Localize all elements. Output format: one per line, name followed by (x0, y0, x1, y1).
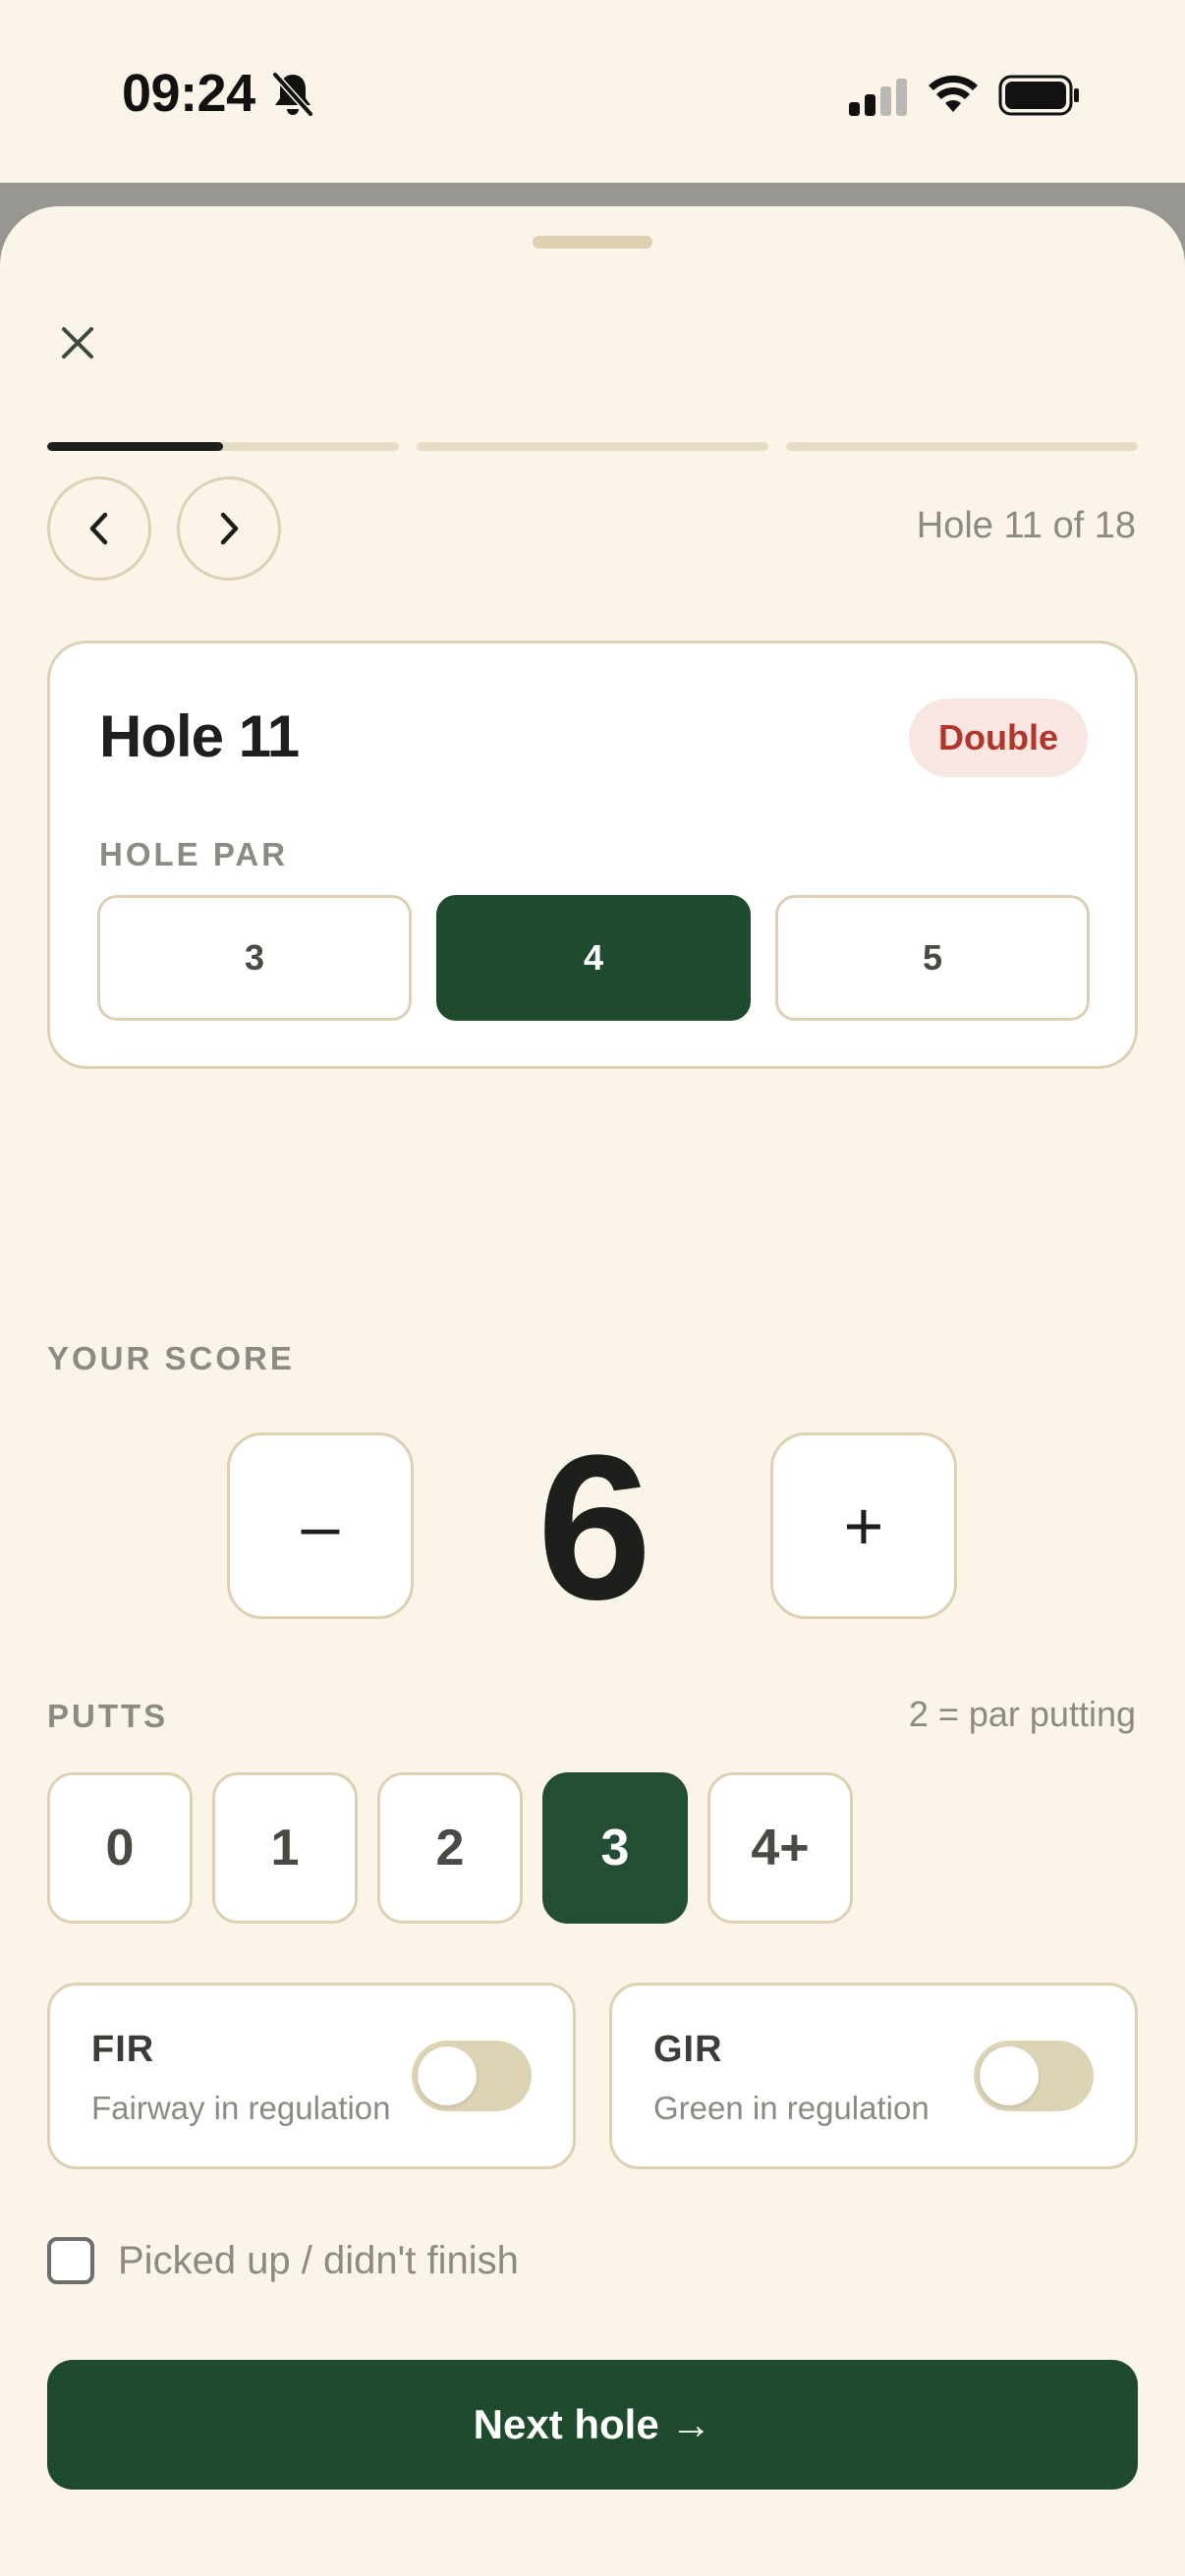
picked-up-label: Picked up / didn't finish (118, 2238, 519, 2282)
putts-hint: 2 = par putting (908, 1694, 1136, 1734)
wifi-icon (929, 75, 978, 112)
picked-up-row[interactable]: Picked up / didn't finish (47, 2236, 519, 2285)
hole-card: Hole 11 Double HOLE PAR 3 4 5 (47, 641, 1138, 1069)
putts-option-2[interactable]: 2 (377, 1772, 523, 1924)
picked-up-checkbox[interactable] (47, 2237, 94, 2284)
gir-toggle[interactable] (974, 2041, 1094, 2111)
next-hole-nav-button[interactable] (177, 476, 281, 581)
gir-card: GIR Green in regulation (609, 1983, 1138, 2169)
progress-segment-back (786, 442, 1138, 451)
putts-option-0[interactable]: 0 (47, 1772, 193, 1924)
fir-toggle[interactable] (412, 2041, 532, 2111)
hole-counter: Hole 11 of 18 (916, 505, 1136, 546)
score-increment-button[interactable]: + (770, 1432, 957, 1619)
progress-segment-front (47, 442, 399, 451)
bell-slash-icon (272, 72, 313, 117)
battery-icon (998, 75, 1079, 116)
previous-hole-button[interactable] (47, 476, 151, 581)
sheet-grabber[interactable] (533, 236, 652, 249)
gir-title: GIR (653, 2029, 723, 2070)
putts-option-1[interactable]: 1 (212, 1772, 358, 1924)
putts-label: PUTTS (47, 1698, 169, 1734)
next-hole-button[interactable]: Next hole → (47, 2360, 1138, 2490)
status-bar: 09:24 (0, 0, 1185, 183)
toggle-knob (980, 2046, 1039, 2105)
status-time: 09:24 (122, 64, 255, 123)
fir-subtitle: Fairway in regulation (91, 2090, 391, 2126)
par-option-3[interactable]: 3 (97, 895, 412, 1021)
close-icon (62, 327, 93, 359)
hole-title: Hole 11 (99, 703, 300, 769)
progress-fill (47, 442, 223, 451)
progress-segment-middle (417, 442, 768, 451)
score-label: YOUR SCORE (47, 1340, 295, 1376)
cellular-signal-icon (849, 79, 907, 116)
score-value: 6 (536, 1412, 652, 1643)
putts-option-4plus[interactable]: 4+ (707, 1772, 853, 1924)
par-option-5[interactable]: 5 (775, 895, 1090, 1021)
score-entry-sheet: Hole 11 of 18 Hole 11 Double HOLE PAR 3 … (0, 206, 1185, 2576)
chevron-right-icon (220, 512, 239, 545)
result-badge: Double (909, 699, 1088, 777)
par-option-4[interactable]: 4 (436, 895, 751, 1021)
putts-option-3[interactable]: 3 (542, 1772, 688, 1924)
hole-par-label: HOLE PAR (99, 836, 289, 872)
close-button[interactable] (49, 314, 106, 371)
gir-subtitle: Green in regulation (653, 2090, 930, 2126)
score-decrement-button[interactable]: – (227, 1432, 414, 1619)
chevron-left-icon (89, 512, 108, 545)
fir-card: FIR Fairway in regulation (47, 1983, 576, 2169)
toggle-knob (418, 2046, 477, 2105)
fir-title: FIR (91, 2029, 155, 2070)
